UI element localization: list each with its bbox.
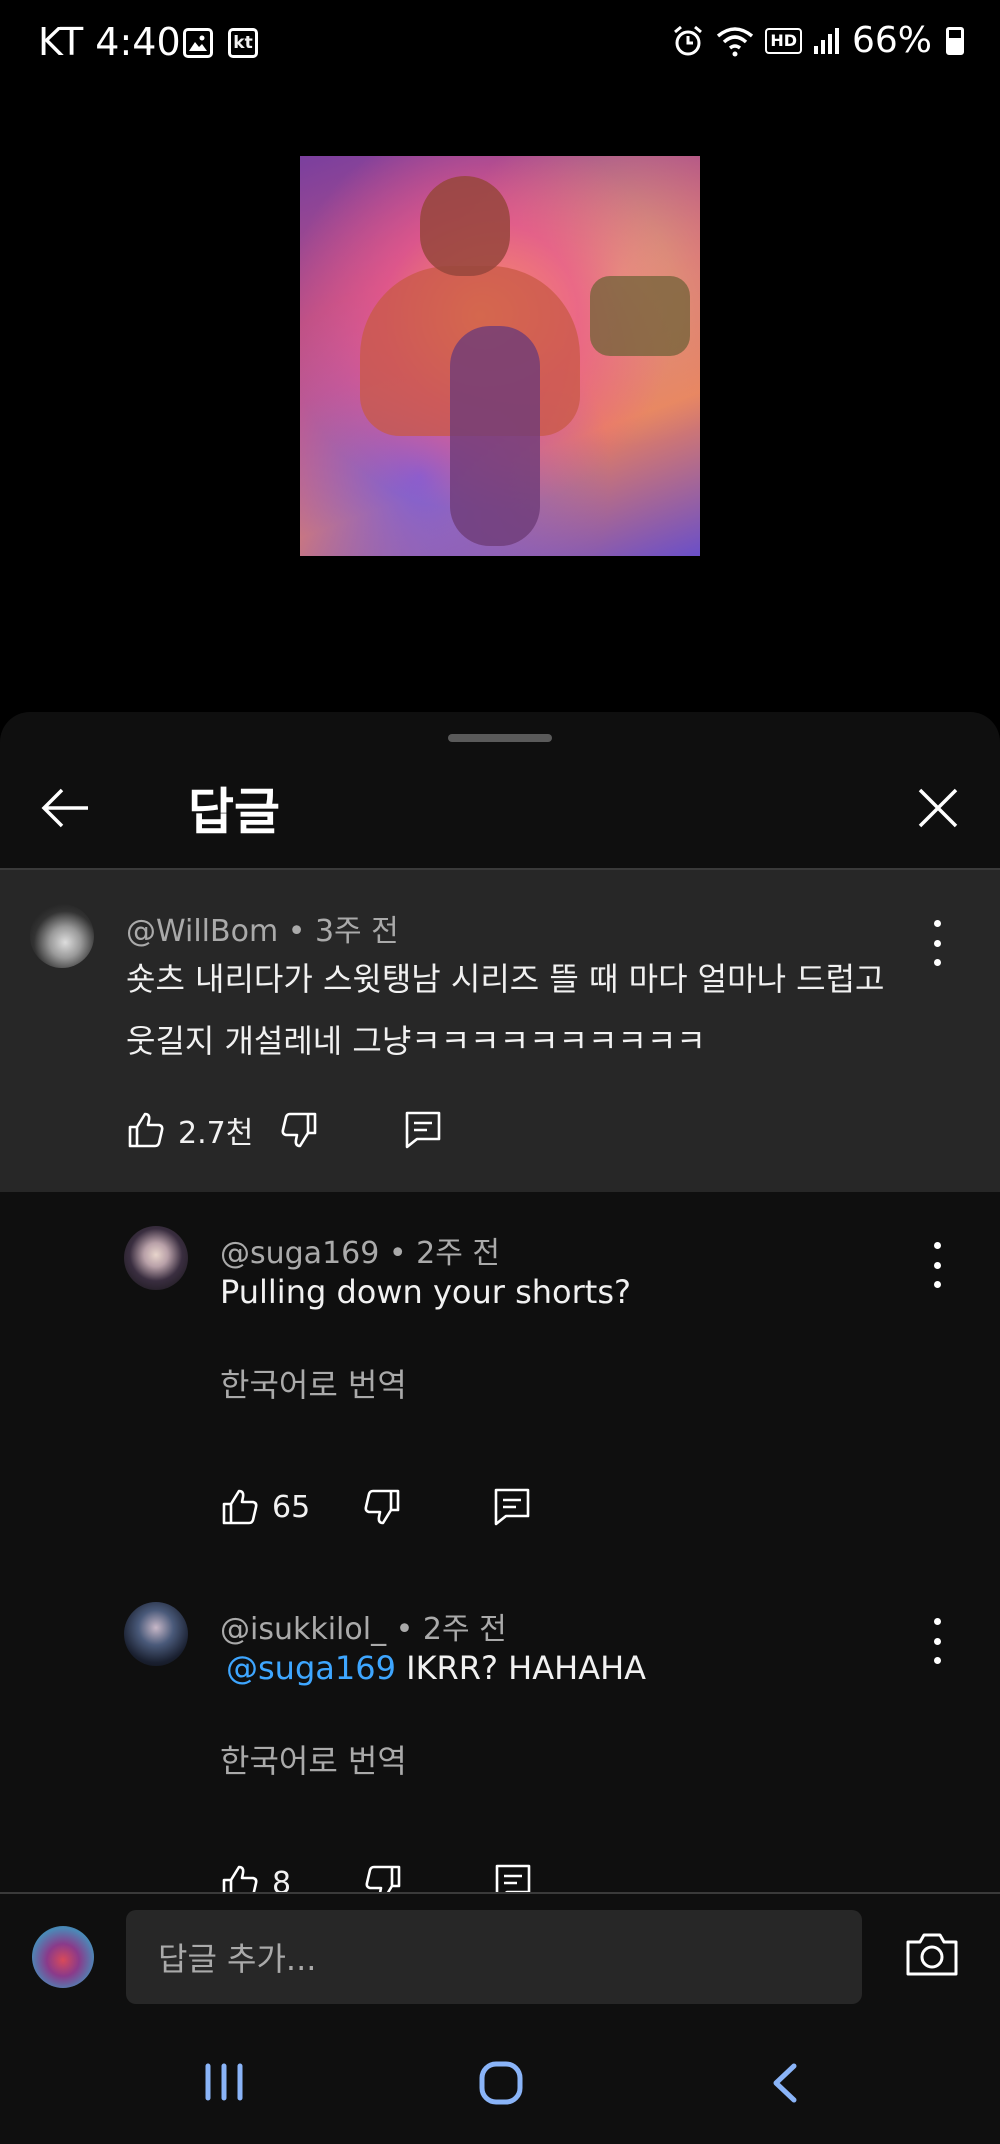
thumbnail-figure-head — [420, 176, 510, 276]
translate-link[interactable]: 한국어로 번역 — [220, 1360, 407, 1406]
comment-text: @suga169 IKRR? HAHAHA — [226, 1646, 646, 1690]
like-icon[interactable] — [220, 1487, 260, 1527]
mention-link[interactable]: @suga169 — [226, 1649, 396, 1687]
avatar[interactable] — [124, 1602, 188, 1666]
thumbnail-mech — [590, 276, 690, 356]
avatar[interactable] — [124, 1226, 188, 1290]
alarm-icon — [674, 25, 703, 55]
back-nav-icon[interactable] — [766, 2062, 802, 2104]
thumbnail-character — [450, 326, 540, 546]
comment-author[interactable]: @isukkilol_ — [220, 1612, 386, 1647]
image-notification-icon — [183, 28, 213, 58]
back-button[interactable] — [36, 778, 96, 838]
comment-actions: 2.7천 — [126, 1108, 443, 1152]
signal-icon — [813, 27, 839, 54]
wifi-icon — [717, 26, 754, 56]
close-icon — [918, 788, 958, 828]
comment-age: 2주 전 — [422, 1612, 507, 1647]
comment-text-body: IKRR? HAHAHA — [395, 1649, 647, 1687]
carrier-label: KT — [38, 20, 84, 64]
reply-input-placeholder: 답글 추가... — [158, 1940, 317, 1978]
comment-author[interactable]: @suga169 — [220, 1236, 379, 1271]
system-nav-bar — [0, 2020, 1000, 2144]
comment-text-line: 웃길지 개설레네 그냥ㅋㅋㅋㅋㅋㅋㅋㅋㅋㅋ — [126, 1022, 706, 1060]
comment-meta: @isukkilol_ • 2주 전 — [220, 1612, 507, 1647]
comment-text: Pulling down your shorts? — [220, 1273, 631, 1311]
status-bar: KT 4:40 kt HD 66% — [0, 0, 1000, 90]
home-icon[interactable] — [478, 2060, 524, 2106]
close-button[interactable] — [908, 778, 968, 838]
like-icon[interactable] — [126, 1110, 166, 1150]
camera-button[interactable] — [904, 1930, 960, 1978]
more-options-button[interactable] — [931, 1618, 943, 1664]
battery-percent: 66% — [851, 20, 932, 61]
sheet-title: 답글 — [188, 783, 280, 841]
video-player[interactable] — [300, 156, 700, 556]
clock: 4:40 — [95, 20, 181, 64]
comment-author[interactable]: @WillBom — [126, 914, 278, 949]
camera-icon — [906, 1933, 958, 1976]
reply-icon[interactable] — [403, 1109, 443, 1151]
more-options-button[interactable] — [931, 920, 943, 966]
like-count: 2.7천 — [178, 1116, 254, 1151]
comment-meta: @suga169 • 2주 전 — [220, 1236, 500, 1271]
battery-icon — [946, 26, 964, 55]
translate-link[interactable]: 한국어로 번역 — [220, 1736, 407, 1782]
more-options-button[interactable] — [931, 1242, 943, 1288]
kt-notification-icon: kt — [228, 28, 258, 58]
dislike-icon[interactable] — [362, 1487, 402, 1527]
comment-age: 2주 전 — [416, 1236, 500, 1271]
comment-age: 3주 전 — [314, 914, 399, 949]
comment-meta: @WillBom • 3주 전 — [126, 914, 399, 949]
hd-badge: HD — [765, 27, 802, 54]
input-divider — [0, 1892, 1000, 1894]
comment-text: 숏츠 내리다가 스윗탱남 시리즈 뜰 때 마다 얼마나 드럽고 웃길지 개설레네… — [126, 948, 946, 1072]
like-count: 65 — [272, 1489, 311, 1525]
reply-input[interactable]: 답글 추가... — [126, 1910, 862, 2004]
comment-text-line: 숏츠 내리다가 스윗탱남 시리즈 뜰 때 마다 얼마나 드럽고 — [126, 960, 885, 998]
avatar[interactable] — [30, 904, 94, 968]
kt-badge-text: kt — [233, 33, 253, 53]
avatar[interactable] — [32, 1926, 94, 1988]
reply-icon[interactable] — [492, 1486, 532, 1528]
recent-apps-icon[interactable] — [202, 2062, 246, 2102]
drag-handle[interactable] — [448, 734, 552, 742]
comment-actions: 65 — [220, 1486, 532, 1528]
arrow-left-icon — [41, 788, 88, 828]
status-carrier-time: KT 4:40 — [38, 20, 181, 64]
status-right-group: HD 66% — [671, 20, 964, 61]
dislike-icon[interactable] — [279, 1110, 319, 1150]
